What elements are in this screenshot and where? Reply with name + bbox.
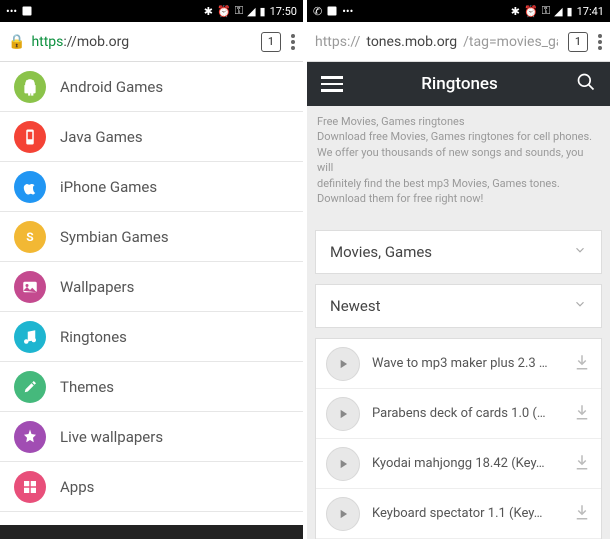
category-label: Themes: [60, 378, 114, 396]
star-icon: [14, 421, 46, 453]
clock-text: 17:50: [270, 5, 297, 18]
right-phone: ✆ ••• ✱ ⏰ ⚿ ◢ ▮ 17:41 https:// tones.mob.…: [307, 0, 610, 539]
download-button[interactable]: [573, 403, 591, 425]
browser-bar: https:// tones.mob.org/tag=movies_gan 1: [307, 22, 610, 62]
dropdown-label: Newest: [330, 297, 381, 315]
status-bar: ••• ✱ ⏰ ⚿ ◢ ▮ 17:50: [0, 0, 303, 22]
play-button[interactable]: [326, 447, 360, 481]
alarm-icon: ⏰: [217, 5, 231, 18]
whatsapp-icon: ✆: [313, 5, 322, 18]
play-button[interactable]: [326, 497, 360, 531]
device-icon: [14, 121, 46, 153]
category-list: Android Games Java Games iPhone Games S S…: [0, 62, 303, 525]
grid-icon: [14, 471, 46, 503]
download-button[interactable]: [573, 353, 591, 375]
url-bar[interactable]: https:// tones.mob.org/tag=movies_gan: [315, 34, 558, 50]
search-icon[interactable]: [576, 72, 596, 96]
tabs-button[interactable]: 1: [261, 32, 281, 52]
alarm-icon: ⏰: [524, 5, 538, 18]
url-bar[interactable]: 🔒 https://mob.org: [8, 34, 251, 50]
category-label: iPhone Games: [60, 178, 157, 196]
ringtone-item: Wave to mp3 maker plus 2.3 …: [316, 339, 601, 389]
key-icon: ⚿: [542, 4, 550, 18]
more-icon: •••: [6, 5, 17, 18]
category-item[interactable]: Apps: [0, 462, 303, 512]
ringtone-title: Kyodai mahjongg 18.42 (Key…: [372, 456, 561, 471]
url-host: ://mob.org: [63, 34, 129, 50]
dropdown-label: Movies, Games: [330, 243, 432, 261]
key-icon: ⚿: [235, 4, 243, 18]
battery-icon: ▮: [567, 5, 573, 18]
ringtone-item: Parabens deck of cards 1.0 (…: [316, 389, 601, 439]
category-item[interactable]: iPhone Games: [0, 162, 303, 212]
footer-bar: [0, 525, 303, 539]
category-label: Apps: [60, 478, 94, 496]
category-label: Wallpapers: [60, 278, 134, 296]
tabs-button[interactable]: 1: [568, 32, 588, 52]
url-host: tones.mob.org: [366, 34, 457, 50]
svg-text:S: S: [26, 229, 33, 243]
menu-button[interactable]: [291, 34, 295, 50]
ringtone-title: Wave to mp3 maker plus 2.3 …: [372, 356, 561, 371]
url-scheme: https://: [315, 34, 360, 50]
ringtone-title: Keyboard spectator 1.1 (Key…: [372, 506, 561, 521]
browser-bar: 🔒 https://mob.org 1: [0, 22, 303, 62]
image-icon: [14, 271, 46, 303]
picture-icon: [326, 5, 338, 17]
bluetooth-icon: ✱: [204, 5, 213, 18]
page-title: Ringtones: [421, 74, 498, 94]
url-path: /tag=movies_gan: [463, 34, 558, 50]
url-scheme: https: [31, 34, 63, 50]
lock-icon: 🔒: [8, 34, 25, 50]
category-label: Ringtones: [60, 328, 127, 346]
bluetooth-icon: ✱: [511, 5, 520, 18]
ringtone-title: Parabens deck of cards 1.0 (…: [372, 406, 561, 421]
ringtone-item: Keyboard spectator 1.1 (Key…: [316, 489, 601, 539]
download-button[interactable]: [573, 453, 591, 475]
play-button[interactable]: [326, 347, 360, 381]
signal-icon: ◢: [247, 5, 255, 18]
category-item[interactable]: Themes: [0, 362, 303, 412]
hamburger-icon[interactable]: [321, 76, 343, 92]
download-button[interactable]: [573, 503, 591, 525]
category-item[interactable]: Live wallpapers: [0, 412, 303, 462]
more-icon: •••: [342, 5, 353, 18]
status-bar: ✆ ••• ✱ ⏰ ⚿ ◢ ▮ 17:41: [307, 0, 610, 22]
ringtone-list: Wave to mp3 maker plus 2.3 … Parabens de…: [315, 338, 602, 539]
signal-icon: ◢: [554, 5, 562, 18]
note-icon: [14, 321, 46, 353]
page-header: Ringtones: [307, 62, 610, 106]
sort-dropdown[interactable]: Newest: [315, 284, 602, 328]
s-icon: S: [14, 221, 46, 253]
category-item[interactable]: Android Games: [0, 62, 303, 112]
category-label: Live wallpapers: [60, 428, 163, 446]
category-dropdown[interactable]: Movies, Games: [315, 230, 602, 274]
category-item[interactable]: Java Games: [0, 112, 303, 162]
apple-icon: [14, 171, 46, 203]
menu-button[interactable]: [598, 34, 602, 50]
category-item[interactable]: S Symbian Games: [0, 212, 303, 262]
left-phone: ••• ✱ ⏰ ⚿ ◢ ▮ 17:50 🔒 https://mob.org 1 …: [0, 0, 303, 539]
category-label: Symbian Games: [60, 228, 169, 246]
clock-text: 17:41: [577, 5, 604, 18]
battery-icon: ▮: [260, 5, 266, 18]
chevron-down-icon: [573, 243, 587, 261]
ringtone-item: Kyodai mahjongg 18.42 (Key…: [316, 439, 601, 489]
brush-icon: [14, 371, 46, 403]
category-label: Android Games: [60, 78, 163, 96]
chevron-down-icon: [573, 297, 587, 315]
play-button[interactable]: [326, 397, 360, 431]
category-item[interactable]: Ringtones: [0, 312, 303, 362]
android-icon: [14, 71, 46, 103]
content-area: Movies, Games Newest Wave to mp3 maker p…: [307, 214, 610, 539]
picture-icon: [21, 5, 33, 17]
category-item[interactable]: Wallpapers: [0, 262, 303, 312]
description-text: Free Movies, Games ringtonesDownload fre…: [307, 106, 610, 214]
category-label: Java Games: [60, 128, 143, 146]
